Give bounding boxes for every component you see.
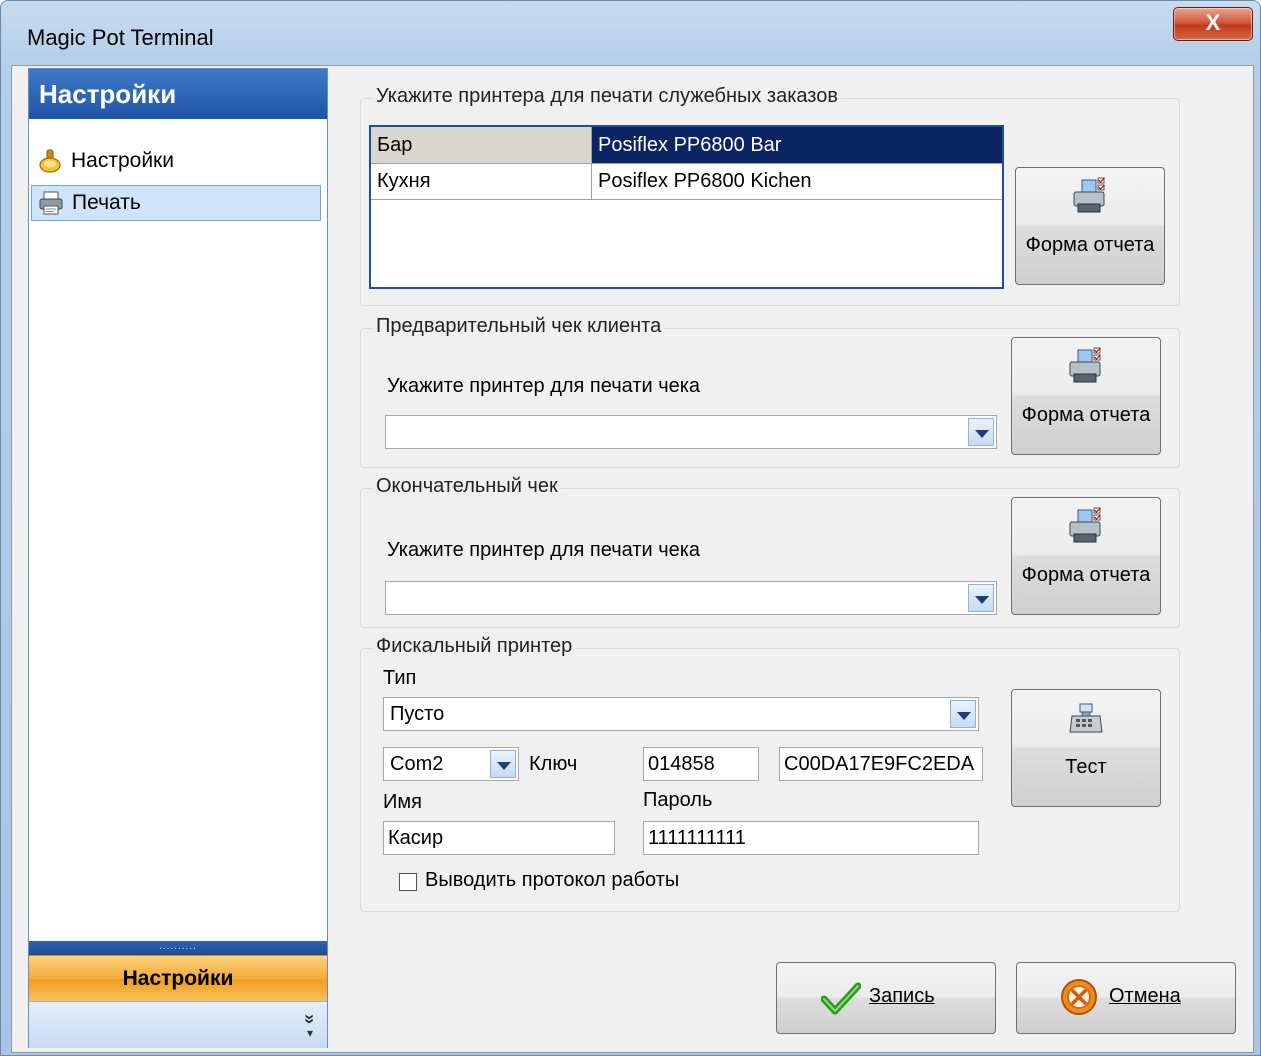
key-label: Ключ xyxy=(529,753,578,775)
save-button[interactable]: Запись xyxy=(776,962,996,1034)
service-printers-group: Укажите принтера для печати служебных за… xyxy=(360,85,1180,306)
nav-splitter-grip[interactable]: .......... xyxy=(29,941,327,955)
service-report-form-button[interactable]: Форма отчета xyxy=(1015,167,1165,285)
select-value: Пусто xyxy=(390,703,445,725)
type-label: Тип xyxy=(383,667,417,689)
nav-item-label: Печать xyxy=(72,191,141,214)
finalcheck-prompt: Укажите принтер для печати чека xyxy=(387,539,701,561)
fiscal-type-select[interactable]: Пусто xyxy=(383,697,979,731)
precheck-prompt: Укажите принтер для печати чека xyxy=(387,375,701,397)
password-label: Пароль xyxy=(643,789,713,811)
key-field-1[interactable]: 014858 xyxy=(643,747,759,781)
app-window: Magic Pot Terminal X Настройки Настройки xyxy=(0,0,1261,1056)
group-title: Укажите принтера для печати служебных за… xyxy=(373,85,842,108)
name-field[interactable]: Касир xyxy=(383,821,615,855)
navigation-pane: Настройки Настройки Печать .......... На… xyxy=(28,68,328,1048)
grid-cell-name[interactable]: Кухня xyxy=(371,163,592,199)
nav-item-print[interactable]: Печать xyxy=(31,185,321,221)
chevron-down-icon[interactable] xyxy=(968,418,994,446)
printer-icon xyxy=(38,190,64,216)
chevron-expand-icon[interactable]: » ▾ xyxy=(300,1012,320,1040)
grid-cell-name[interactable]: Бар xyxy=(371,127,592,163)
nav-settings-section-button[interactable]: Настройки xyxy=(29,955,327,1002)
table-row[interactable]: Кухня Posiflex PP6800 Kichen xyxy=(371,163,1002,200)
group-title: Окончательный чек xyxy=(373,475,561,498)
button-label: Форма отчета xyxy=(1025,234,1155,256)
client-area: Настройки Настройки Печать .......... На… xyxy=(11,65,1254,1053)
close-button[interactable]: X xyxy=(1173,7,1253,41)
grid-cell-printer[interactable]: Posiflex PP6800 Kichen xyxy=(592,163,1002,199)
printers-grid[interactable]: Бар Posiflex PP6800 Bar Кухня Posiflex P… xyxy=(369,125,1004,289)
log-checkbox-label[interactable]: Выводить протокол работы xyxy=(425,869,679,892)
table-row[interactable]: Бар Posiflex PP6800 Bar xyxy=(371,127,1002,164)
button-label: Запись xyxy=(869,985,935,1007)
group-title: Фискальный принтер xyxy=(373,635,576,658)
checkmark-icon xyxy=(820,981,862,1023)
select-value: Com2 xyxy=(390,753,444,775)
chevron-down-icon[interactable] xyxy=(490,750,516,778)
finalcheck-report-form-button[interactable]: Форма отчета xyxy=(1011,497,1161,615)
port-select[interactable]: Com2 xyxy=(383,747,519,781)
password-field[interactable]: 1111111111 xyxy=(643,821,979,855)
cancel-button[interactable]: Отмена xyxy=(1016,962,1236,1034)
settings-gear-icon xyxy=(37,148,63,174)
fiscal-test-button[interactable]: Тест xyxy=(1011,689,1161,807)
printer-report-icon xyxy=(1066,506,1106,552)
fiscal-printer-group: Фискальный принтер Тип Пусто Com2 Ключ 0… xyxy=(360,635,1180,912)
chevron-down-icon[interactable] xyxy=(950,700,976,728)
key-field-2[interactable]: C00DA17E9FC2EDA xyxy=(779,747,983,781)
cancel-circle-icon xyxy=(1059,977,1099,1023)
grid-cell-printer[interactable]: Posiflex PP6800 Bar xyxy=(592,127,1002,163)
cash-register-icon xyxy=(1068,702,1104,742)
precheck-group: Предварительный чек клиента Укажите прин… xyxy=(360,315,1180,468)
button-label: Отмена xyxy=(1109,985,1181,1007)
window-title: Magic Pot Terminal xyxy=(27,25,214,50)
finalcheck-group: Окончательный чек Укажите принтер для пе… xyxy=(360,475,1180,628)
title-bar[interactable]: Magic Pot Terminal X xyxy=(1,1,1260,65)
nav-overflow-strip: » ▾ xyxy=(29,1001,327,1048)
group-title: Предварительный чек клиента xyxy=(373,315,665,338)
precheck-report-form-button[interactable]: Форма отчета xyxy=(1011,337,1161,455)
precheck-printer-select[interactable] xyxy=(385,415,997,449)
finalcheck-printer-select[interactable] xyxy=(385,581,997,615)
button-label: Форма отчета xyxy=(1021,404,1151,426)
button-label: Форма отчета xyxy=(1021,564,1151,586)
button-label: Тест xyxy=(1065,756,1107,778)
printer-report-icon xyxy=(1070,176,1110,222)
name-label: Имя xyxy=(383,791,422,813)
nav-item-label: Настройки xyxy=(71,149,174,172)
log-checkbox[interactable] xyxy=(399,873,417,891)
nav-header: Настройки xyxy=(29,69,327,119)
nav-item-settings[interactable]: Настройки xyxy=(31,143,321,179)
chevron-down-icon[interactable] xyxy=(968,584,994,612)
printer-report-icon xyxy=(1066,346,1106,392)
